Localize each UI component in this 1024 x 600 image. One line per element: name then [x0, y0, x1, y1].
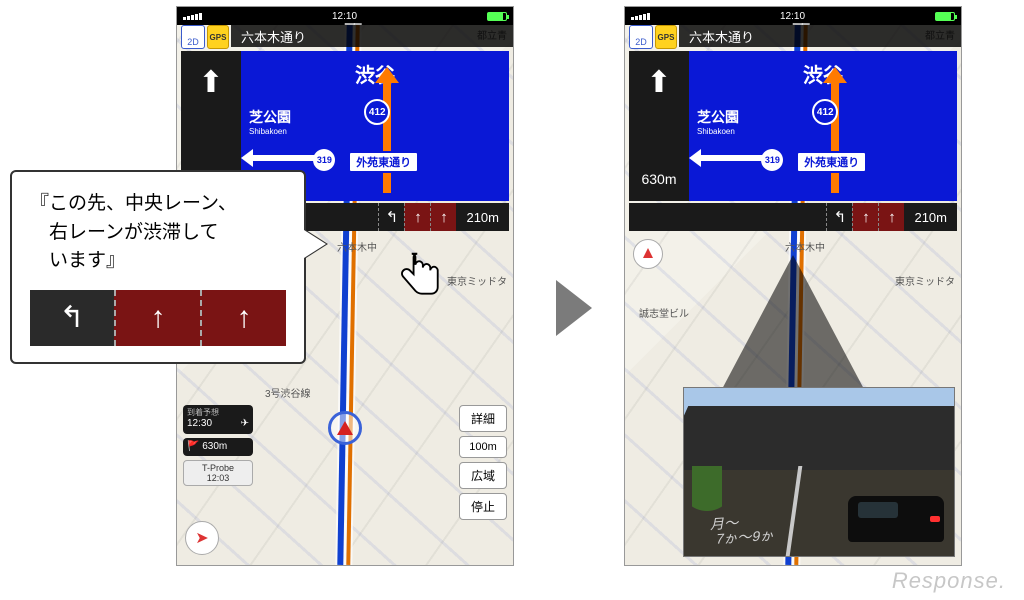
transition-arrow-icon [556, 280, 592, 336]
callout-lane-1-icon: ↰ [30, 290, 114, 346]
lane-1-icon: ↰ [378, 203, 404, 231]
photo-taillight [930, 516, 940, 522]
lane-guidance-strip[interactable]: ↰ ↑ ↑ 210m [629, 203, 957, 231]
map-text: 誠志堂ビル [639, 305, 689, 320]
lane-3-icon: ↑ [878, 203, 904, 231]
info-stack: 到着予想 12:30 ✈ 🚩 630m T-Probe 12:03 [183, 405, 253, 486]
sign-dest-left-en: Shibakoen [697, 127, 739, 136]
map-text: 六本木中 [785, 239, 825, 254]
zoom-wide-button[interactable]: 広域 [459, 462, 507, 489]
eta-time: 12:30 [187, 418, 212, 429]
view-2d-button[interactable]: 2D [181, 25, 205, 49]
sign-dest-left-jp: 芝公園 [249, 109, 291, 125]
sign-dest-left: 芝公園 Shibakoen [697, 107, 739, 136]
eta-card[interactable]: 到着予想 12:30 ✈ [183, 405, 253, 434]
phone-right: 12:10 六本木中 東京ミッドタ 誠志堂ビル 都立青 2D GPS 六本木通り… [624, 6, 962, 566]
map-text: 3号渋谷線 [265, 385, 311, 400]
sign-arrow-up-icon [831, 81, 839, 193]
watermark: Response. [892, 568, 1006, 594]
cross-road-label: 外苑東通り [348, 151, 419, 173]
sign-direction-panel: ⬆ 630m [629, 51, 689, 201]
compass-icon[interactable] [633, 239, 663, 269]
lane-distance: 210m [914, 210, 947, 225]
current-road-label: 六本木通り [689, 27, 754, 46]
current-position-icon [328, 411, 362, 445]
ahead-arrow-icon: ⬆ [646, 65, 671, 100]
lane-icons: ↰ ↑ ↑ [826, 203, 904, 231]
sign-board: 渋谷 芝公園 Shibakoen 412 319 外苑東通り [689, 51, 957, 201]
sign-arrow-up-icon [383, 81, 391, 193]
tprobe-label: T-Probe [188, 463, 248, 473]
map-text: 東京ミッドタ [447, 273, 507, 288]
cross-road-label: 外苑東通り [796, 151, 867, 173]
callout-lane-3-icon: ↑ [200, 290, 286, 346]
lane-2-icon: ↑ [852, 203, 878, 231]
road-marking-text: 月〜 7ゕ〜9ゕ [707, 513, 779, 548]
lane-3-icon: ↑ [430, 203, 456, 231]
tprobe-card[interactable]: T-Probe 12:03 [183, 460, 253, 486]
guidance-sign: ⬆ 630m 渋谷 芝公園 Shibakoen 412 319 外苑東通り [629, 51, 957, 201]
gps-button[interactable]: GPS [207, 25, 229, 49]
callout-lane-2-icon: ↑ [114, 290, 200, 346]
callout-lane-graphic: ↰ ↑ ↑ [30, 290, 286, 346]
map-text: 六本木中 [337, 239, 377, 254]
signal-icon [631, 13, 650, 20]
zoom-detail-button[interactable]: 詳細 [459, 405, 507, 432]
map-zoom-buttons: 詳細 100m 広域 停止 [459, 405, 507, 520]
tprobe-time: 12:03 [188, 473, 248, 483]
sign-dest-left-jp: 芝公園 [697, 109, 739, 125]
ios-status-bar: 12:10 [625, 7, 961, 25]
callout-line1: 『この先、中央レーン、 [30, 190, 286, 219]
view-2d-button[interactable]: 2D [629, 25, 653, 49]
map-text: 東京ミッドタ [895, 273, 955, 288]
lane-distance: 210m [466, 210, 499, 225]
ios-status-bar: 12:10 [177, 7, 513, 25]
lane-1-icon: ↰ [826, 203, 852, 231]
battery-icon [487, 12, 507, 21]
stop-button[interactable]: 停止 [459, 493, 507, 520]
eta-label: 到着予想 [187, 408, 249, 418]
voice-callout: 『この先、中央レーン、 右レーンが渋滞して います』 ↰ ↑ ↑ [10, 170, 306, 364]
current-road-bar: 六本木通り [679, 25, 961, 47]
sign-dest-left: 芝公園 Shibakoen [249, 107, 291, 136]
route-shield-319: 319 [313, 149, 335, 171]
remaining-card[interactable]: 🚩 630m [183, 438, 253, 457]
current-road-label: 六本木通り [241, 27, 306, 46]
status-time: 12:10 [780, 11, 805, 22]
remaining-distance: 630m [202, 441, 227, 452]
sign-dest-left-en: Shibakoen [249, 127, 291, 136]
ahead-arrow-icon: ⬆ [198, 65, 223, 100]
callout-line3: います』 [30, 247, 286, 276]
plane-icon: ✈ [241, 418, 249, 431]
gps-button[interactable]: GPS [655, 25, 677, 49]
streetview-photo[interactable]: 月〜 7ゕ〜9ゕ [683, 387, 955, 557]
signal-icon [183, 13, 202, 20]
callout-line2: 右レーンが渋滞して [30, 219, 286, 248]
recenter-button[interactable]: ➤ [185, 521, 219, 555]
lane-2-icon: ↑ [404, 203, 430, 231]
battery-icon [935, 12, 955, 21]
scale-indicator: 100m [459, 436, 507, 458]
current-road-bar: 六本木通り [231, 25, 513, 47]
sign-distance: 630m [641, 171, 676, 187]
status-time: 12:10 [332, 11, 357, 22]
route-shield-319: 319 [761, 149, 783, 171]
lane-icons: ↰ ↑ ↑ [378, 203, 456, 231]
